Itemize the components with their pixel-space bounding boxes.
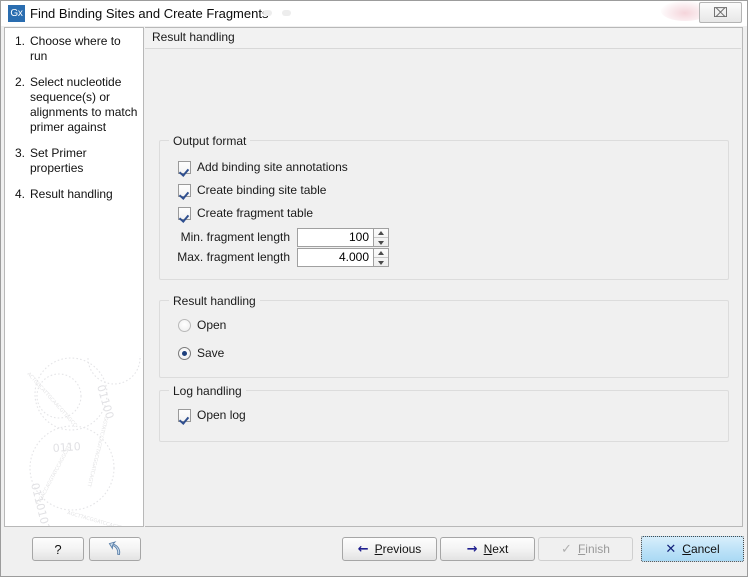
reset-arrow-icon xyxy=(108,541,120,556)
svg-text:GGTATCCAGTTACGGATCAGTT: GGTATCCAGTTACGGATCAGTT xyxy=(85,416,109,489)
next-button-label: Next xyxy=(483,542,509,556)
result-handling-group-title: Result handling xyxy=(169,294,260,308)
close-x-icon: ✕ xyxy=(665,541,677,557)
radio-label: Save xyxy=(197,346,225,360)
spinner-up-icon[interactable] xyxy=(374,249,388,258)
checkbox-label: Create fragment table xyxy=(197,206,314,220)
svg-text:ACTGGCATTGCAACGTTAGCC: ACTGGCATTGCAACGTTAGCC xyxy=(26,371,79,428)
checkbox-icon[interactable] xyxy=(178,408,191,422)
title-decoration-dots xyxy=(263,10,303,18)
checkbox-create-binding-site-table[interactable]: Create binding site table xyxy=(178,182,326,198)
min-fragment-length-input[interactable]: 100 xyxy=(297,227,373,247)
radio-icon[interactable] xyxy=(178,346,191,360)
output-format-group-title: Output format xyxy=(169,134,251,148)
dialog-content: 1. Choose where to run 2. Select nucleot… xyxy=(4,27,744,527)
sidebar-step-choose-where-to-run[interactable]: 1. Choose where to run xyxy=(5,34,143,64)
sidebar-step-set-primer-properties[interactable]: 3. Set Primer properties xyxy=(5,146,143,176)
close-icon: ⌧ xyxy=(713,5,728,20)
help-button[interactable]: ? xyxy=(32,537,84,561)
max-fragment-length-input[interactable]: 4.000 xyxy=(297,247,373,267)
dialog-window: Gx Find Binding Sites and Create Fragmen… xyxy=(0,0,748,577)
checkbox-label: Open log xyxy=(197,408,246,422)
output-format-group: Output format Add binding site annotatio… xyxy=(159,134,729,280)
svg-text:0110: 0110 xyxy=(52,440,81,455)
sidebar-step-select-nucleotide-sequences[interactable]: 2. Select nucleotide sequence(s) or alig… xyxy=(5,75,143,135)
wizard-main-panel: Result handling Output format Add bindin… xyxy=(145,27,743,527)
checkbox-label: Create binding site table xyxy=(197,183,327,197)
step-number: 2. xyxy=(15,75,26,89)
previous-button[interactable]: ← Previous xyxy=(342,537,437,561)
spinner-down-icon[interactable] xyxy=(374,258,388,266)
step-label: Set Primer properties xyxy=(30,146,87,175)
checkmark-icon: ✓ xyxy=(561,541,572,557)
svg-text:TTGACCAGGTATCCAGGCATT: TTGACCAGGTATCCAGGCATT xyxy=(35,441,74,508)
finish-button-label: Finish xyxy=(577,542,610,556)
wizard-step-sidebar: 1. Choose where to run 2. Select nucleot… xyxy=(4,27,144,527)
spinner-up-icon[interactable] xyxy=(374,229,388,238)
dialog-button-bar: ? ← Previous → Next ✓ Finish ✕ Cancel xyxy=(4,529,744,574)
window-title: Find Binding Sites and Create Fragments xyxy=(30,6,269,21)
previous-button-label: Previous xyxy=(374,542,422,556)
panel-header: Result handling xyxy=(145,28,741,49)
radio-save[interactable]: Save xyxy=(178,345,224,361)
page-title: Result handling xyxy=(152,30,235,44)
checkbox-add-binding-site-annotations[interactable]: Add binding site annotations xyxy=(178,159,348,175)
checkbox-create-fragment-table[interactable]: Create fragment table xyxy=(178,205,313,221)
svg-text:AGCTTACGGATCCAGTTCAG: AGCTTACGGATCCAGTTCAG xyxy=(66,510,132,527)
radio-label: Open xyxy=(197,318,227,332)
max-fragment-length-stepper[interactable]: 4.000 xyxy=(297,247,389,267)
arrow-right-icon: → xyxy=(466,541,478,557)
result-handling-group: Result handling Open Save xyxy=(159,294,729,378)
cancel-button[interactable]: ✕ Cancel xyxy=(641,536,744,562)
titlebar: Gx Find Binding Sites and Create Fragmen… xyxy=(1,1,747,26)
help-icon: ? xyxy=(54,541,62,557)
min-fragment-length-stepper[interactable]: 100 xyxy=(297,227,389,247)
step-label: Select nucleotide sequence(s) or alignme… xyxy=(30,75,138,134)
radio-icon[interactable] xyxy=(178,318,191,332)
finish-button: ✓ Finish xyxy=(538,537,633,561)
checkbox-icon[interactable] xyxy=(178,206,191,220)
min-fragment-length-row: Min. fragment length 100 xyxy=(168,227,389,247)
max-fragment-length-spin-buttons[interactable] xyxy=(373,247,389,267)
dot-icon-2 xyxy=(282,10,291,16)
step-list: 1. Choose where to run 2. Select nucleot… xyxy=(5,34,143,213)
max-fragment-length-label: Max. fragment length xyxy=(177,250,290,264)
step-label: Result handling xyxy=(30,187,113,201)
checkbox-icon[interactable] xyxy=(178,160,191,174)
svg-text:0110101: 0110101 xyxy=(28,482,52,527)
cancel-button-label: Cancel xyxy=(682,542,720,556)
step-number: 3. xyxy=(15,146,26,160)
checkbox-label: Add binding site annotations xyxy=(197,160,348,174)
svg-text:01100: 01100 xyxy=(94,383,116,420)
log-handling-group: Log handling Open log xyxy=(159,384,729,442)
step-number: 1. xyxy=(15,34,26,48)
app-icon: Gx xyxy=(8,5,25,22)
reset-button[interactable] xyxy=(89,537,141,561)
spinner-down-icon[interactable] xyxy=(374,238,388,246)
arrow-left-icon: ← xyxy=(357,541,369,557)
decorative-watermark-icon: 01100 0110 0110101 ACTGGCATTGCAACGTTAGCC… xyxy=(26,356,141,527)
max-fragment-length-row: Max. fragment length 4.000 xyxy=(168,247,389,267)
step-label: Choose where to run xyxy=(30,34,121,63)
close-button[interactable]: ⌧ xyxy=(699,2,742,23)
min-fragment-length-label: Min. fragment length xyxy=(180,230,290,244)
checkbox-open-log[interactable]: Open log xyxy=(178,407,246,423)
next-button[interactable]: → Next xyxy=(440,537,535,561)
min-fragment-length-spin-buttons[interactable] xyxy=(373,227,389,247)
checkbox-icon[interactable] xyxy=(178,183,191,197)
sidebar-step-result-handling[interactable]: 4. Result handling xyxy=(5,187,143,202)
step-number: 4. xyxy=(15,187,26,201)
dot-icon-1 xyxy=(263,10,272,16)
radio-open[interactable]: Open xyxy=(178,317,226,333)
log-handling-group-title: Log handling xyxy=(169,384,246,398)
